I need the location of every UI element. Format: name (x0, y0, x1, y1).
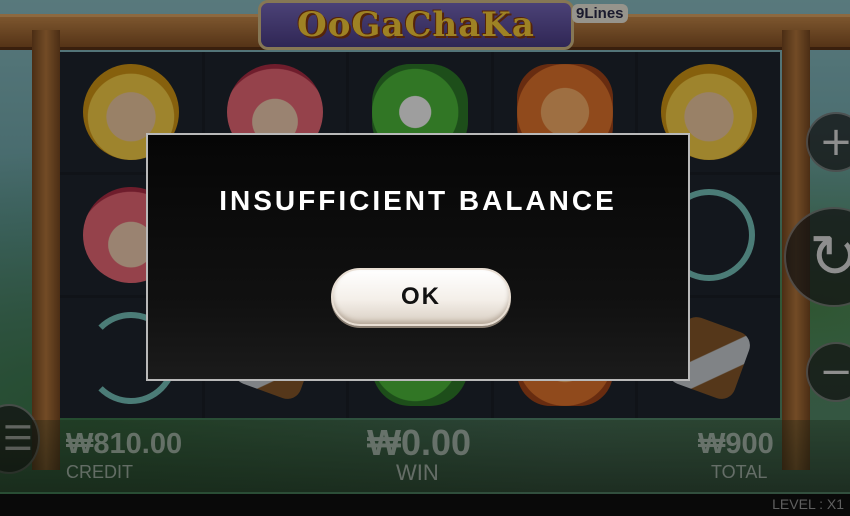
dialog-message: INSUFFICIENT BALANCE (219, 185, 617, 216)
insufficient-balance-dialog: INSUFFICIENT BALANCE OK (146, 133, 690, 381)
ok-button[interactable]: OK (331, 268, 511, 326)
